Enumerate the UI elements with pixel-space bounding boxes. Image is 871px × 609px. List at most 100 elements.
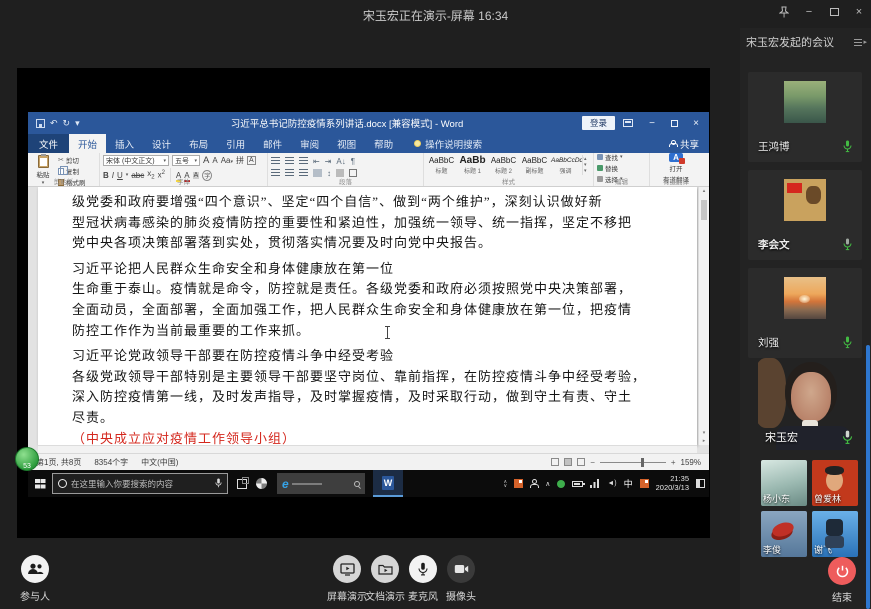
participant-video-tile[interactable]: 宋玉宏 [758,352,860,450]
news-search-widget[interactable]: e [277,473,365,494]
shrink-font-icon[interactable]: A [212,156,217,165]
decrease-indent-icon[interactable]: ⇤ [313,157,320,166]
word-login-button[interactable]: 登录 [582,116,615,130]
style-card[interactable]: AaBbC 标题 2 [489,155,518,175]
participants-button[interactable]: 参与人 [12,555,58,603]
cut-button[interactable]: ✂剪切 [58,155,86,165]
participant-thumb[interactable]: 杨小东 [761,460,807,506]
zoom-level[interactable]: 159% [681,458,701,467]
tab-review[interactable]: 审阅 [291,134,328,153]
hidden-icons-chevron[interactable]: ∧ [545,480,550,488]
taskbar-search-input[interactable]: 在这里输入你要搜索的内容 [52,473,228,494]
vertical-scrollbar[interactable]: ▴ ▾ ▸ [698,187,709,445]
sidebar-scrollbar[interactable] [866,345,870,609]
close-icon[interactable]: × [851,4,867,20]
annotation-bubble[interactable]: 53 [15,447,39,471]
tab-insert[interactable]: 插入 [106,134,143,153]
participant-thumb[interactable]: 曾爱林 [812,460,858,506]
maximize-icon[interactable] [826,4,842,20]
copy-button[interactable]: 复制 [58,166,86,176]
ime-indicator[interactable]: 中 [624,477,633,490]
meeting-tray-icon[interactable] [640,479,649,488]
multilevel-list-icon[interactable] [299,157,308,165]
page-indicator[interactable]: 第1页, 共8页 [36,457,81,468]
tab-design[interactable]: 设计 [143,134,180,153]
participant-thumb[interactable]: 谢飞 [812,511,858,557]
style-card[interactable]: AaBbC 标题 [427,155,456,175]
word-count[interactable]: 8354个字 [94,457,128,468]
start-button[interactable] [28,479,52,489]
participant-tile[interactable]: 王鸿博 [748,72,862,162]
save-icon[interactable] [36,119,45,128]
language-indicator[interactable]: 中文(中国) [141,457,178,468]
zoom-out-icon[interactable]: − [590,458,595,467]
word-restore-icon[interactable] [667,120,681,127]
style-card[interactable]: AaBbC 副标题 [520,155,549,175]
find-button[interactable]: 查找▾ [597,152,646,162]
minimize-icon[interactable]: − [801,4,817,20]
pinwheel-app-icon[interactable] [256,478,267,489]
document-area[interactable]: 级党委和政府要增强“四个意识”、坚定“四个自信”、做到“两个维护”，深刻认识做好… [28,187,709,453]
style-card[interactable]: AaBbCcDd 强调 [551,155,580,175]
layout-switch-icon[interactable]: ▸ [854,38,867,46]
scroll-right-icon[interactable]: ▸ [699,438,709,444]
tray-green-icon[interactable] [557,480,565,488]
show-marks-icon[interactable]: ¶ [351,157,355,166]
grow-font-icon[interactable]: A [203,155,209,166]
redo-icon[interactable]: ↻ [63,118,71,129]
tab-mailings[interactable]: 邮件 [254,134,291,153]
zoom-slider-thumb[interactable] [641,458,644,467]
zoom-slider[interactable] [600,458,666,467]
bullets-icon[interactable] [271,157,280,165]
char-border-icon[interactable]: A [247,156,256,165]
tab-layout[interactable]: 布局 [180,134,217,153]
network-icon[interactable] [590,479,600,488]
battery-icon[interactable] [572,481,583,487]
ribbon-display-options-icon[interactable] [623,119,637,127]
taskbar-clock[interactable]: 21:35 2020/3/13 [656,475,689,492]
share-indicator-icon[interactable] [514,479,523,488]
participant-tile[interactable]: 刘强 [748,268,862,358]
volume-icon[interactable]: ◄) [607,480,616,487]
tray-scroll-icons[interactable]: ∧∨ [504,480,508,488]
scroll-thumb[interactable] [701,200,707,220]
end-meeting-button[interactable]: 结束 [819,557,865,604]
replace-button[interactable]: 替换 [597,163,646,173]
customize-qat-icon[interactable]: ▾ [75,118,80,129]
tab-view[interactable]: 视图 [328,134,365,153]
task-view-icon[interactable] [237,479,247,489]
sort-icon[interactable]: A↓ [336,157,345,166]
numbering-icon[interactable] [285,157,294,165]
share-button[interactable]: 共享 [669,134,709,153]
participant-tile[interactable]: 李会文 [748,170,862,260]
tab-help[interactable]: 帮助 [365,134,402,153]
scroll-up-icon[interactable]: ▴ [699,188,709,194]
search-mic-icon[interactable] [215,478,222,490]
undo-icon[interactable]: ↶ [50,118,58,129]
read-mode-icon[interactable] [551,458,559,466]
word-minimize-icon[interactable]: − [645,118,659,129]
notification-center-icon[interactable] [696,479,705,488]
tell-me-search[interactable]: 操作说明搜索 [414,134,482,153]
tab-home[interactable]: 开始 [69,134,106,153]
tray-person-icon[interactable] [530,479,538,488]
increase-indent-icon[interactable]: ⇥ [325,157,332,166]
style-card[interactable]: AaBb 标题 1 [458,155,487,175]
participant-thumb[interactable]: 李俊 [761,511,807,557]
styles-scroll[interactable]: ▴▾▾ [582,155,588,175]
word-close-icon[interactable]: × [689,118,703,129]
tab-file[interactable]: 文件 [28,134,69,153]
web-layout-icon[interactable] [577,458,585,466]
print-layout-icon[interactable] [564,458,572,466]
pin-icon[interactable] [776,4,792,20]
phonetic-guide-icon[interactable]: 拼 [236,155,244,166]
change-case-icon[interactable]: Aa▾ [221,156,233,165]
tab-references[interactable]: 引用 [217,134,254,153]
scroll-down-icon[interactable]: ▾ [699,430,709,436]
camera-button[interactable]: 摄像头 [438,555,484,603]
horizontal-scrollbar[interactable] [38,445,697,453]
word-taskbar-icon[interactable]: W [373,470,403,497]
font-name-combo[interactable]: 宋体 (中文正文)▾ [103,155,169,166]
zoom-in-icon[interactable]: + [671,458,676,467]
font-size-combo[interactable]: 五号▾ [172,155,200,166]
